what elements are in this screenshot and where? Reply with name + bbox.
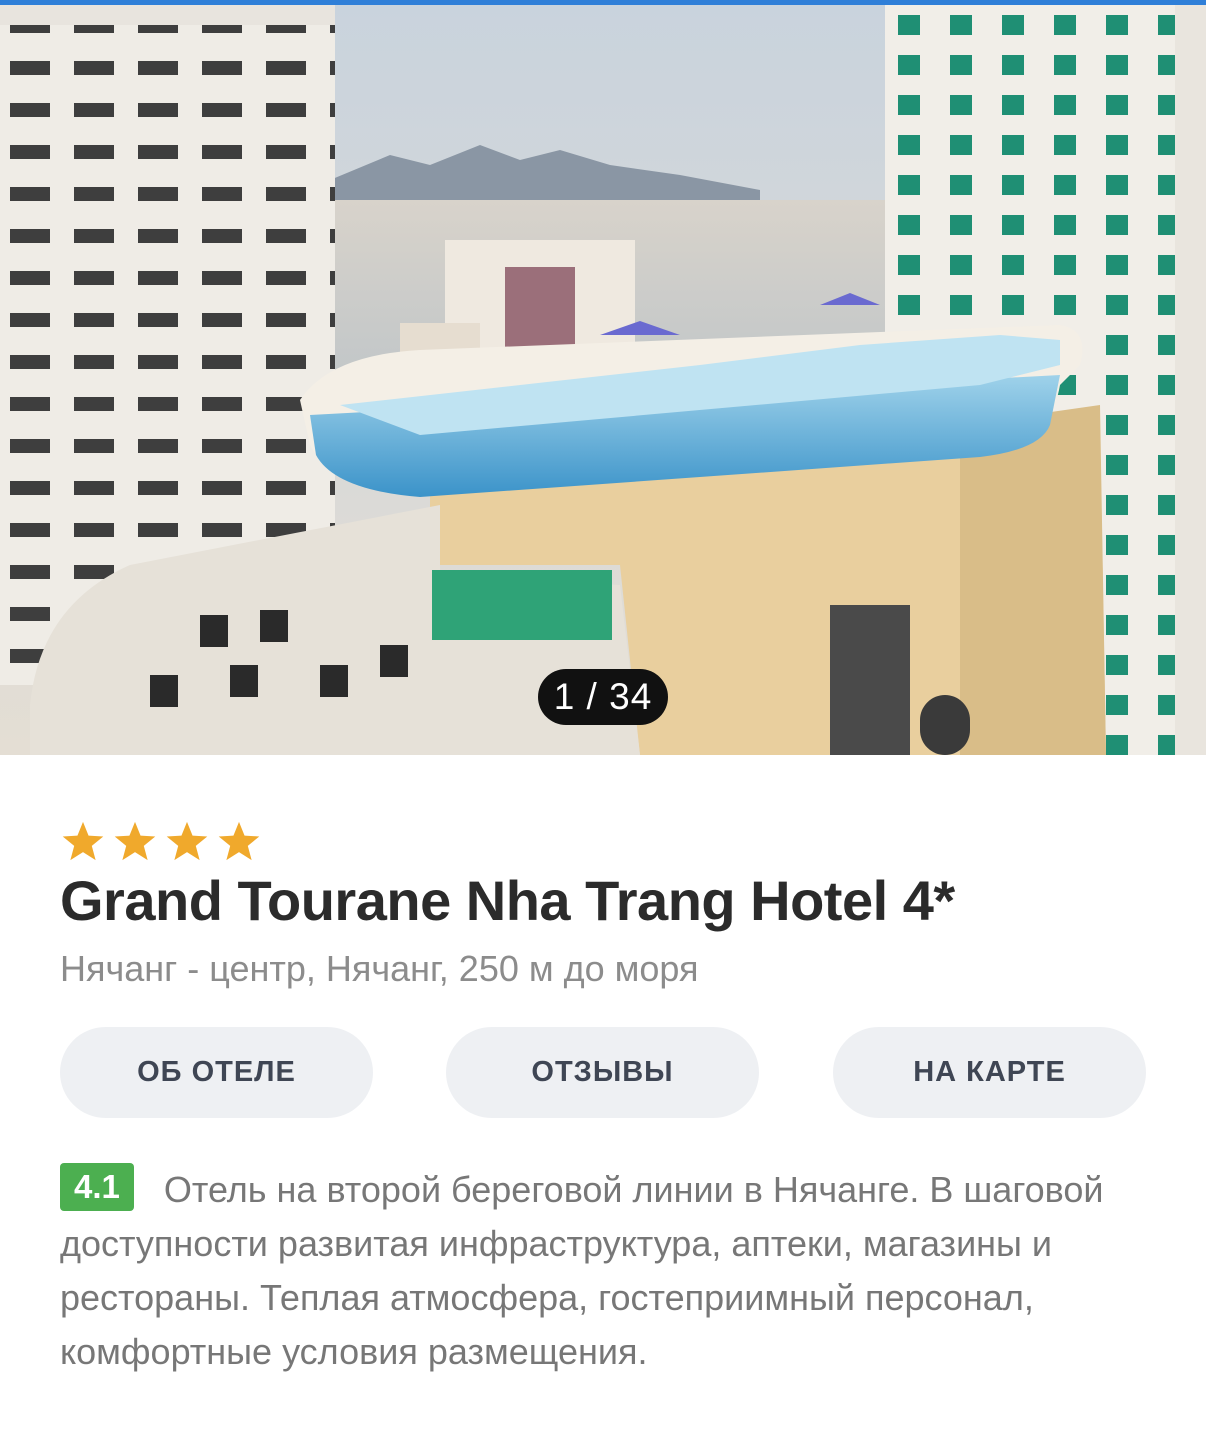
description-text: Отель на второй береговой линии в Нячанг… [60,1169,1104,1372]
rating-badge: 4.1 [60,1163,134,1211]
photo-gallery[interactable]: 1 / 34 [0,5,1206,755]
chevron-right-icon [1138,350,1206,755]
hotel-tabs: ОБ ОТЕЛЕ ОТЗЫВЫ НА КАРТЕ [60,1027,1146,1118]
star-icon [166,821,208,861]
tab-reviews[interactable]: ОТЗЫВЫ [446,1027,759,1118]
photo-counter: 1 / 34 [538,669,668,725]
next-photo-button[interactable] [1138,350,1182,420]
tab-on-map[interactable]: НА КАРТЕ [833,1027,1146,1118]
hotel-photo [0,5,1206,755]
star-rating [60,820,262,864]
hotel-description: 4.1 Отель на второй береговой линии в Няч… [60,1163,1170,1379]
star-icon [218,821,260,861]
star-icon [114,821,156,861]
tab-about-hotel[interactable]: ОБ ОТЕЛЕ [60,1027,373,1118]
star-icon [62,821,104,861]
hotel-name: Grand Tourane Nha Trang Hotel 4* [60,869,955,932]
hotel-location: Нячанг - центр, Нячанг, 250 м до моря [60,948,699,989]
